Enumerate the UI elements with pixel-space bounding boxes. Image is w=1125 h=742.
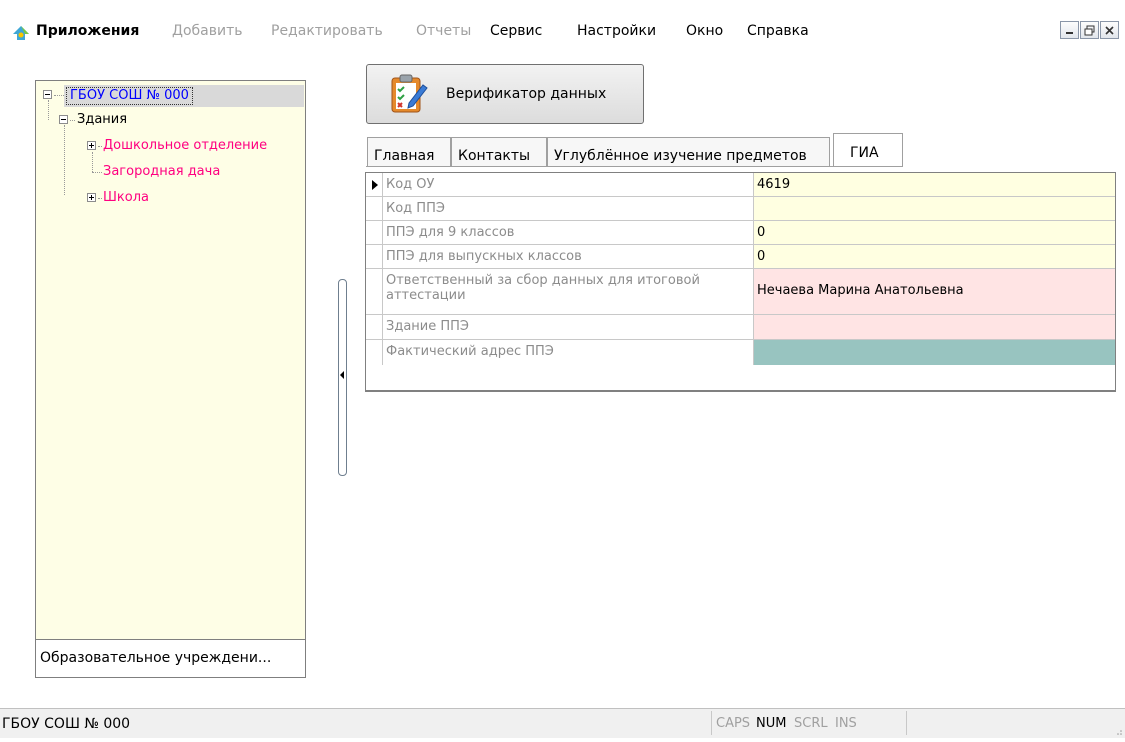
status-ins-indicator: INS xyxy=(835,716,857,731)
tab-main[interactable]: Главная xyxy=(367,137,451,166)
minimize-button[interactable] xyxy=(1060,21,1079,39)
grid-row[interactable]: Ответственный за сбор данных для итогово… xyxy=(366,269,1115,315)
clipboard-checklist-icon xyxy=(391,74,428,113)
tree-node-preschool[interactable]: Дошкольное отделение xyxy=(103,138,267,153)
tab-advanced-study[interactable]: Углублённое изучение предметов xyxy=(547,137,830,166)
grid-value-ppe-9[interactable]: 0 xyxy=(754,221,1115,244)
current-row-arrow-icon xyxy=(372,180,378,190)
restore-icon xyxy=(1084,25,1095,35)
data-verifier-label: Верификатор данных xyxy=(446,86,607,102)
grid-label-ppe-code: Код ППЭ xyxy=(383,197,754,220)
grid-row[interactable]: Код ППЭ xyxy=(366,197,1115,221)
grid-row[interactable]: ППЭ для выпускных классов 0 xyxy=(366,245,1115,269)
status-bar: ГБОУ СОШ № 000 CAPS NUM SCRL INS xyxy=(0,708,1125,738)
restore-button[interactable] xyxy=(1080,21,1099,39)
menu-item-applications[interactable]: Приложения xyxy=(36,23,139,39)
close-button[interactable] xyxy=(1100,21,1119,39)
grid-label-ppe-9: ППЭ для 9 классов xyxy=(383,221,754,244)
menu-bar: Приложения Добавить Редактировать Отчеты… xyxy=(0,18,1125,46)
grid-value-ppe-building[interactable] xyxy=(754,315,1115,339)
status-scrl-indicator: SCRL xyxy=(794,716,828,731)
grid-value-ppe-code[interactable] xyxy=(754,197,1115,220)
menu-item-help[interactable]: Справка xyxy=(747,23,809,39)
grid-value-ou-code[interactable]: 4619 xyxy=(754,173,1115,196)
tab-contacts[interactable]: Контакты xyxy=(451,137,547,166)
resize-grip-icon[interactable] xyxy=(1114,727,1122,735)
tree-node-dacha[interactable]: Загородная дача xyxy=(103,164,220,179)
grid-row[interactable]: ППЭ для 9 классов 0 xyxy=(366,221,1115,245)
status-current-org: ГБОУ СОШ № 000 xyxy=(2,716,131,732)
collapse-icon[interactable] xyxy=(59,115,68,124)
grid-label-responsible: Ответственный за сбор данных для итогово… xyxy=(383,269,754,314)
tree-node-buildings[interactable]: Здания xyxy=(77,112,127,127)
grid-label-ppe-building: Здание ППЭ xyxy=(383,315,754,339)
menu-item-service[interactable]: Сервис xyxy=(490,23,542,39)
tree-node-school[interactable]: Школа xyxy=(103,190,149,205)
tree-panel: ГБОУ СОШ № 000 Здания Дошкольное отделен… xyxy=(35,80,306,678)
grid-value-responsible[interactable]: Нечаева Марина Анатольевна xyxy=(754,269,1115,314)
status-caps-indicator: CAPS xyxy=(716,716,751,731)
grid-row[interactable]: Здание ППЭ xyxy=(366,315,1115,340)
grid-label-ppe-address: Фактический адрес ППЭ xyxy=(383,340,754,365)
status-num-indicator: NUM xyxy=(756,716,787,731)
minimize-icon xyxy=(1066,31,1073,34)
grid-label-ppe-graduate: ППЭ для выпускных классов xyxy=(383,245,754,268)
app-logo-icon[interactable] xyxy=(10,22,32,44)
menu-item-settings[interactable]: Настройки xyxy=(577,23,656,39)
expand-icon[interactable] xyxy=(87,141,96,150)
tree-root-node[interactable]: ГБОУ СОШ № 000 xyxy=(66,87,193,105)
expand-icon[interactable] xyxy=(87,193,96,202)
chevron-left-icon xyxy=(340,371,344,379)
menu-item-add[interactable]: Добавить xyxy=(172,23,242,39)
collapse-icon[interactable] xyxy=(43,90,52,99)
grid-label-ou-code: Код ОУ xyxy=(383,173,754,196)
data-verifier-button[interactable]: Верификатор данных xyxy=(366,64,644,124)
menu-item-window[interactable]: Окно xyxy=(686,23,723,39)
window-controls xyxy=(1059,21,1119,39)
panel-splitter-handle[interactable] xyxy=(338,279,347,476)
tree-panel-caption[interactable]: Образовательное учреждени... xyxy=(36,639,305,677)
property-grid: Код ОУ 4619 Код ППЭ ППЭ для 9 классов 0 … xyxy=(365,172,1116,392)
menu-item-reports[interactable]: Отчеты xyxy=(416,23,471,39)
grid-row[interactable]: Фактический адрес ППЭ xyxy=(366,340,1115,365)
grid-value-ppe-graduate[interactable]: 0 xyxy=(754,245,1115,268)
grid-row[interactable]: Код ОУ 4619 xyxy=(366,173,1115,197)
tab-gia[interactable]: ГИА xyxy=(833,133,903,167)
menu-item-edit[interactable]: Редактировать xyxy=(271,23,383,39)
grid-value-ppe-address[interactable] xyxy=(754,340,1115,365)
close-icon xyxy=(1105,25,1114,35)
row-indicator xyxy=(366,173,383,196)
